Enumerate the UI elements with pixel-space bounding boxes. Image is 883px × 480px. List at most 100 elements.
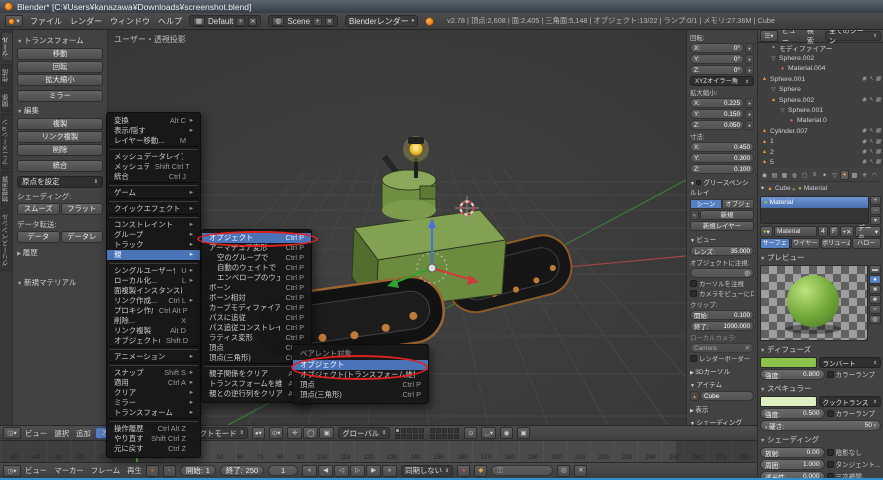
scale-field[interactable]: Z:0.050 [690,120,744,130]
parent-submenu-item[interactable]: アーマチュア変形 Ctrl P [202,243,311,253]
gp-checkbox[interactable] [696,180,701,185]
frame-start-field[interactable]: 開始:1 [180,465,216,476]
lock-icon[interactable]: ● [745,98,754,108]
object-menu-item[interactable]: メッシュデータの転送 Shift Ctrl T ▸ [107,162,200,172]
selectable-icon[interactable]: ↖ [869,149,874,155]
preview-type-button[interactable]: ≈ [869,305,881,314]
screen-layout-selector[interactable]: ▦ Default + ✕ [189,15,261,27]
parent-submenu-item[interactable]: 自動のウェイトで Ctrl P [202,263,311,273]
view-panel-header[interactable]: ビュー [690,234,754,244]
specular-panel-header[interactable]: スペキュラー [760,383,881,394]
tool-button[interactable]: 回転 [17,61,103,73]
render-opengl-button[interactable]: ◉ [500,427,513,439]
preview-panel-header[interactable]: プレビュー [760,252,881,263]
diffuse-shader-dropdown[interactable]: ランバート⇕ [819,357,882,368]
parent-submenu-item[interactable]: パスに追従 Ctrl P [202,313,311,323]
menu-item[interactable]: ビュー [25,465,47,476]
outliner-display-dropdown[interactable]: 全てのシーン⇕ [825,31,881,41]
editor-type-icon[interactable]: ▾ [5,15,23,27]
properties-tab-icon[interactable]: ✳ [860,170,869,180]
set-origin-dropdown[interactable]: 原点を設定⇕ [17,176,103,188]
parent-submenu-item[interactable]: オブジェクト Ctrl P [202,233,311,243]
add-scene-button[interactable]: + [313,17,322,26]
outliner-row[interactable]: Sphere.001 ◉↖▦ [758,105,883,115]
snap-magnet-button[interactable]: ◡▾ [481,427,496,439]
properties-tab-icon[interactable]: ◻ [800,170,809,180]
object-menu-item[interactable]: 面複製インスタンスに変換 ▸ [107,286,200,296]
object-menu-item[interactable]: ローカル化... L ▸ [107,276,200,286]
properties-tab-icon[interactable]: ▦ [780,170,789,180]
auto-keyframe-button[interactable]: ● [457,465,470,477]
parent-submenu-item[interactable]: パス追従コンストレイント Ctrl P [202,323,311,333]
object-menu-item[interactable]: 適用 Ctrl A ▸ [107,378,200,388]
tool-button[interactable]: 削除 [17,144,103,156]
render-opengl-anim-button[interactable]: ▣ [517,427,530,439]
keying-set-field[interactable]: ⚿ [491,465,553,476]
outliner-row[interactable]: Sphere.002 ◉↖▦ [758,53,883,63]
menu-item[interactable]: 選択 [54,428,69,439]
object-menu-item[interactable]: やり直す Shift Ctrl Z ▸ [107,434,200,444]
material-name-field[interactable]: Material [774,226,817,237]
tangent-checkbox[interactable] [827,461,834,468]
cursor3d-panel-header[interactable]: 3Dカーソル [690,366,754,376]
lens-field[interactable]: レンズ:35.000 [690,246,754,256]
properties-tab-icon[interactable]: ▤ [770,170,779,180]
outliner-row[interactable]: Sphere.001 ◉↖▦ [758,74,883,84]
shading-panel-header[interactable]: シェーディング [690,417,754,425]
frame-end-field[interactable]: 終了:250 [220,465,264,476]
remove-slot-button[interactable]: − [870,206,881,215]
lock-icon[interactable]: ● [745,65,754,75]
mirror-button[interactable]: ミラー [17,90,103,102]
menu-item[interactable]: 再生 [127,465,142,476]
object-menu-item[interactable]: トランスフォーム ▸ [107,408,200,418]
renderable-icon[interactable]: ▦ [876,76,881,82]
preview-type-button[interactable]: ● [869,275,881,284]
menu-item[interactable]: レンダー [70,16,102,27]
panel-history-header[interactable]: 履歴 [17,247,103,258]
browse-material-button[interactable]: ●▾ [760,226,773,237]
lock-icon[interactable]: ● [745,43,754,53]
material-slot-list[interactable]: ● Material [760,196,869,224]
outliner-row[interactable]: Cylinder.007 ◉↖▦ [758,126,883,136]
rotation-field[interactable]: Z:0° [690,65,744,75]
transport-button[interactable]: ▶ [366,465,381,477]
properties-tab-icon[interactable]: ▩ [850,170,859,180]
material-type-tab[interactable]: ワイヤー [791,238,821,249]
delete-scene-button[interactable]: ✕ [325,17,334,26]
object-menu-item[interactable]: クリア ▸ [107,388,200,398]
object-menu-item[interactable]: 統合 Ctrl J ▸ [107,172,200,182]
hide-icon[interactable]: ◉ [862,76,867,82]
selectable-icon[interactable]: ↖ [869,128,874,134]
object-menu-item[interactable]: 操作履歴 Ctrl Alt Z ▸ [107,424,200,434]
properties-tab-icon[interactable]: ▽ [830,170,839,180]
properties-tab-icon[interactable]: ≡ [810,170,819,180]
material-type-tab[interactable]: ハロー [852,238,882,249]
object-menu-item[interactable]: オブジェクトの複製 Shift D ▸ [107,336,200,346]
menu-item[interactable]: ウィンドウ [110,16,150,27]
dimension-field[interactable]: Y:0.300 [690,153,754,163]
lock-icon[interactable]: ● [745,54,754,64]
lock-icon[interactable]: ● [745,109,754,119]
outliner-row[interactable]: Material.0 ◉↖▦ [758,116,883,126]
material-type-tab[interactable]: サーフェ [760,238,790,249]
toolshelf-tab[interactable]: グリースペンシル [1,209,13,271]
object-menu-item[interactable]: レイヤー移動... M ▸ [107,136,200,146]
object-menu-item[interactable]: ゲーム ▸ [107,188,200,198]
layer-grid-2[interactable] [430,428,459,439]
pivot-point-dropdown[interactable]: ⊙▾ [269,427,283,439]
object-menu-item[interactable]: リンク複製 Alt D ▸ [107,326,200,336]
ambient-slider[interactable]: 周囲:1.000 [760,459,825,470]
parent-target-item[interactable]: 頂点(三角形) Ctrl P [293,390,428,400]
material-slot-selected[interactable]: ● Material [761,197,868,208]
specular-intensity-slider[interactable]: 強度:0.500 [760,408,825,419]
object-menu-item[interactable]: ミラー ▸ [107,398,200,408]
properties-tab-icon[interactable]: ◉ [760,170,769,180]
renderable-icon[interactable]: ▦ [876,128,881,134]
object-menu-item[interactable]: スナップ Shift S ▸ [107,368,200,378]
lock-to-scene-button[interactable]: ⊙ [464,427,477,439]
clear-keyingset-button[interactable]: ✕ [574,465,587,477]
object-menu-item[interactable]: クイックエフェクト ▸ [107,204,200,214]
parent-submenu-item[interactable]: カーブモディファイアー Ctrl P [202,303,311,313]
transfer-button[interactable]: データレ [61,231,104,243]
outliner-row[interactable]: Sphere ◉↖▦ [758,85,883,95]
